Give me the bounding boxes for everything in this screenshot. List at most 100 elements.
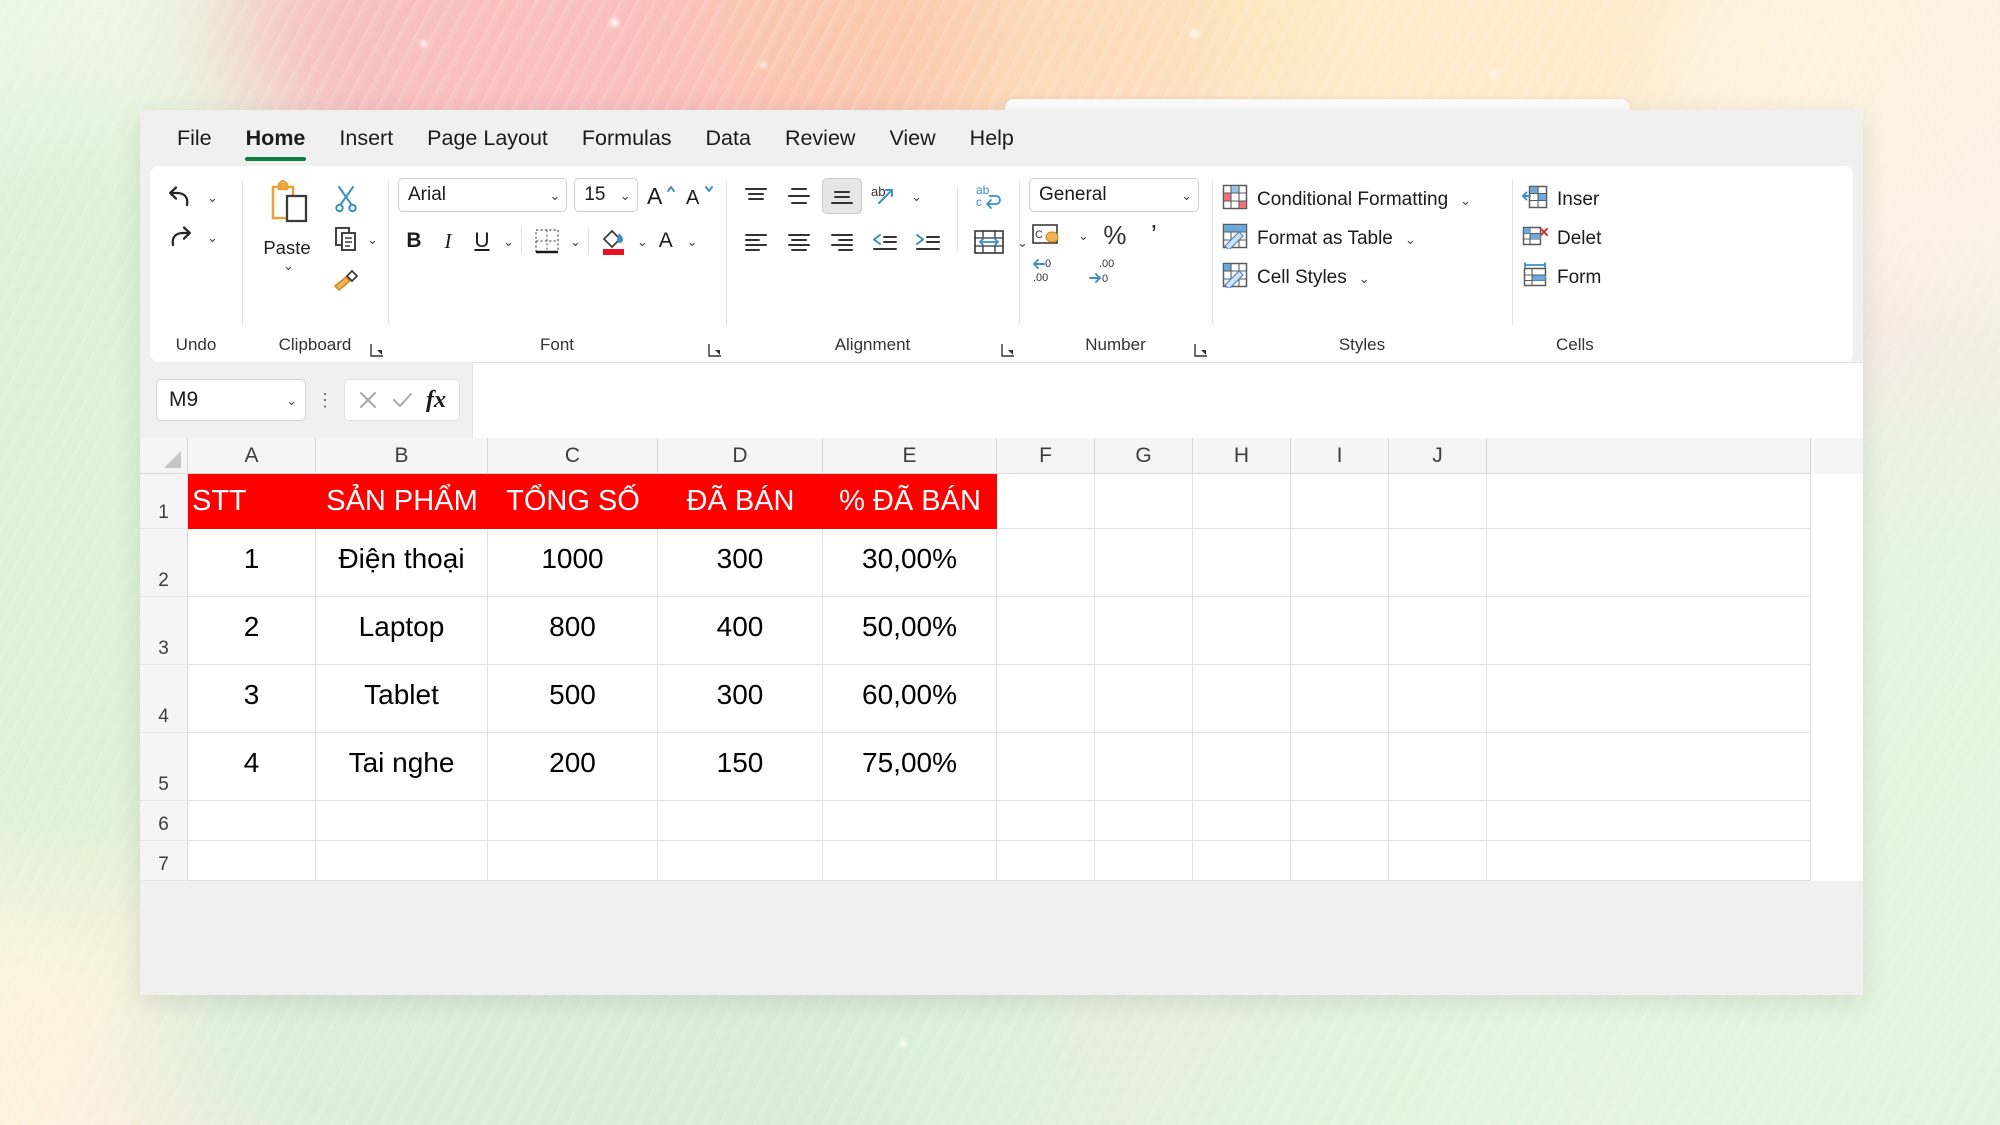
alignment-dialog-launcher[interactable] — [1001, 343, 1015, 357]
increase-indent-button[interactable] — [908, 224, 948, 260]
cell-h6[interactable] — [1193, 801, 1291, 841]
cell-b4[interactable]: Tablet — [316, 665, 488, 733]
cell-g6[interactable] — [1095, 801, 1193, 841]
chevron-down-icon[interactable]: ⌄ — [367, 233, 378, 246]
cell-k6[interactable] — [1487, 801, 1811, 841]
menu-tab-page-layout[interactable]: Page Layout — [413, 121, 562, 156]
cell-a1[interactable]: STT — [188, 474, 316, 529]
cell-f4[interactable] — [997, 665, 1095, 733]
cell-k5[interactable] — [1487, 733, 1811, 801]
formula-bar-overflow-icon[interactable]: ⋮ — [306, 390, 344, 411]
align-bottom-button[interactable] — [822, 178, 862, 214]
cell-f2[interactable] — [997, 529, 1095, 597]
cell-j5[interactable] — [1389, 733, 1487, 801]
number-format-combo[interactable]: General ⌄ — [1029, 178, 1199, 212]
cell-k2[interactable] — [1487, 529, 1811, 597]
cell-d6[interactable] — [658, 801, 823, 841]
chevron-down-icon[interactable]: ⌄ — [503, 235, 514, 248]
column-header-d[interactable]: D — [658, 438, 823, 474]
row-header-4[interactable]: 4 — [140, 665, 188, 733]
cell-k3[interactable] — [1487, 597, 1811, 665]
cell-d4[interactable]: 300 — [658, 665, 823, 733]
cell-e7[interactable] — [823, 841, 997, 881]
bold-button[interactable]: B — [398, 225, 430, 257]
redo-button[interactable]: ⌄ — [160, 220, 218, 254]
cell-j1[interactable] — [1389, 474, 1487, 529]
chevron-down-icon[interactable]: ⌄ — [283, 259, 294, 272]
font-dialog-launcher[interactable] — [708, 343, 722, 357]
cell-g2[interactable] — [1095, 529, 1193, 597]
decrease-font-size-button[interactable]: A — [684, 178, 716, 212]
align-left-button[interactable] — [736, 224, 776, 260]
chevron-down-icon[interactable]: ⌄ — [1359, 272, 1370, 285]
align-top-button[interactable] — [736, 178, 776, 214]
menu-tab-file[interactable]: File — [163, 121, 226, 156]
number-dialog-launcher[interactable] — [1194, 343, 1208, 357]
chevron-down-icon[interactable]: ⌄ — [1181, 189, 1192, 202]
menu-tab-data[interactable]: Data — [692, 121, 765, 156]
insert-cells-button[interactable]: Inser — [1522, 182, 1601, 218]
cell-e4[interactable]: 60,00% — [823, 665, 997, 733]
formula-input[interactable] — [472, 362, 1863, 438]
cell-f6[interactable] — [997, 801, 1095, 841]
menu-tab-help[interactable]: Help — [956, 121, 1028, 156]
format-cells-button[interactable]: Form — [1522, 260, 1601, 296]
cell-j6[interactable] — [1389, 801, 1487, 841]
format-as-table-button[interactable]: Format as Table ⌄ — [1222, 221, 1471, 257]
font-color-button[interactable]: A — [650, 225, 682, 257]
cell-f7[interactable] — [997, 841, 1095, 881]
cell-d7[interactable] — [658, 841, 823, 881]
font-name-combo[interactable]: Arial ⌄ — [398, 178, 568, 212]
chevron-down-icon[interactable]: ⌄ — [286, 394, 297, 407]
cell-e2[interactable]: 30,00% — [823, 529, 997, 597]
wrap-text-button[interactable]: ab c — [967, 178, 1011, 214]
orientation-button[interactable]: ab — [865, 178, 905, 214]
comma-style-button[interactable]: ’ — [1141, 219, 1167, 250]
copy-button[interactable]: ⌄ — [328, 222, 378, 256]
delete-cells-button[interactable]: Delet — [1522, 221, 1601, 257]
align-right-button[interactable] — [822, 224, 862, 260]
cell-b6[interactable] — [316, 801, 488, 841]
cell-c5[interactable]: 200 — [488, 733, 658, 801]
decrease-indent-button[interactable] — [865, 224, 905, 260]
cell-a7[interactable] — [188, 841, 316, 881]
cell-b7[interactable] — [316, 841, 488, 881]
chevron-down-icon[interactable]: ⌄ — [1078, 229, 1089, 242]
name-box[interactable]: M9 ⌄ — [156, 379, 306, 421]
cell-g1[interactable] — [1095, 474, 1193, 529]
cell-h7[interactable] — [1193, 841, 1291, 881]
cell-i5[interactable] — [1291, 733, 1389, 801]
cell-h4[interactable] — [1193, 665, 1291, 733]
select-all-corner[interactable] — [140, 438, 188, 474]
chevron-down-icon[interactable]: ⌄ — [637, 235, 648, 248]
cell-c2[interactable]: 1000 — [488, 529, 658, 597]
cell-j4[interactable] — [1389, 665, 1487, 733]
align-middle-button[interactable] — [779, 178, 819, 214]
chevron-down-icon[interactable]: ⌄ — [570, 235, 581, 248]
confirm-entry-icon[interactable] — [387, 385, 417, 415]
chevron-down-icon[interactable]: ⌄ — [207, 231, 218, 244]
cancel-entry-icon[interactable] — [353, 385, 383, 415]
cell-e6[interactable] — [823, 801, 997, 841]
cell-i2[interactable] — [1291, 529, 1389, 597]
cell-c4[interactable]: 500 — [488, 665, 658, 733]
clipboard-dialog-launcher[interactable] — [370, 343, 384, 357]
column-header-i[interactable]: I — [1291, 438, 1389, 474]
conditional-formatting-button[interactable]: Conditional Formatting ⌄ — [1222, 182, 1471, 218]
chevron-down-icon[interactable]: ⌄ — [620, 189, 631, 202]
cell-g4[interactable] — [1095, 665, 1193, 733]
cell-a3[interactable]: 2 — [188, 597, 316, 665]
decrease-decimal-button[interactable]: .00 0 — [1085, 254, 1127, 288]
column-header-a[interactable]: A — [188, 438, 316, 474]
cell-f5[interactable] — [997, 733, 1095, 801]
cell-a6[interactable] — [188, 801, 316, 841]
column-header-e[interactable]: E — [823, 438, 997, 474]
cell-i3[interactable] — [1291, 597, 1389, 665]
cell-f3[interactable] — [997, 597, 1095, 665]
borders-button[interactable] — [529, 225, 565, 257]
row-header-7[interactable]: 7 — [140, 841, 188, 881]
cell-h3[interactable] — [1193, 597, 1291, 665]
align-center-button[interactable] — [779, 224, 819, 260]
menu-tab-home[interactable]: Home — [232, 121, 320, 161]
row-header-5[interactable]: 5 — [140, 733, 188, 801]
